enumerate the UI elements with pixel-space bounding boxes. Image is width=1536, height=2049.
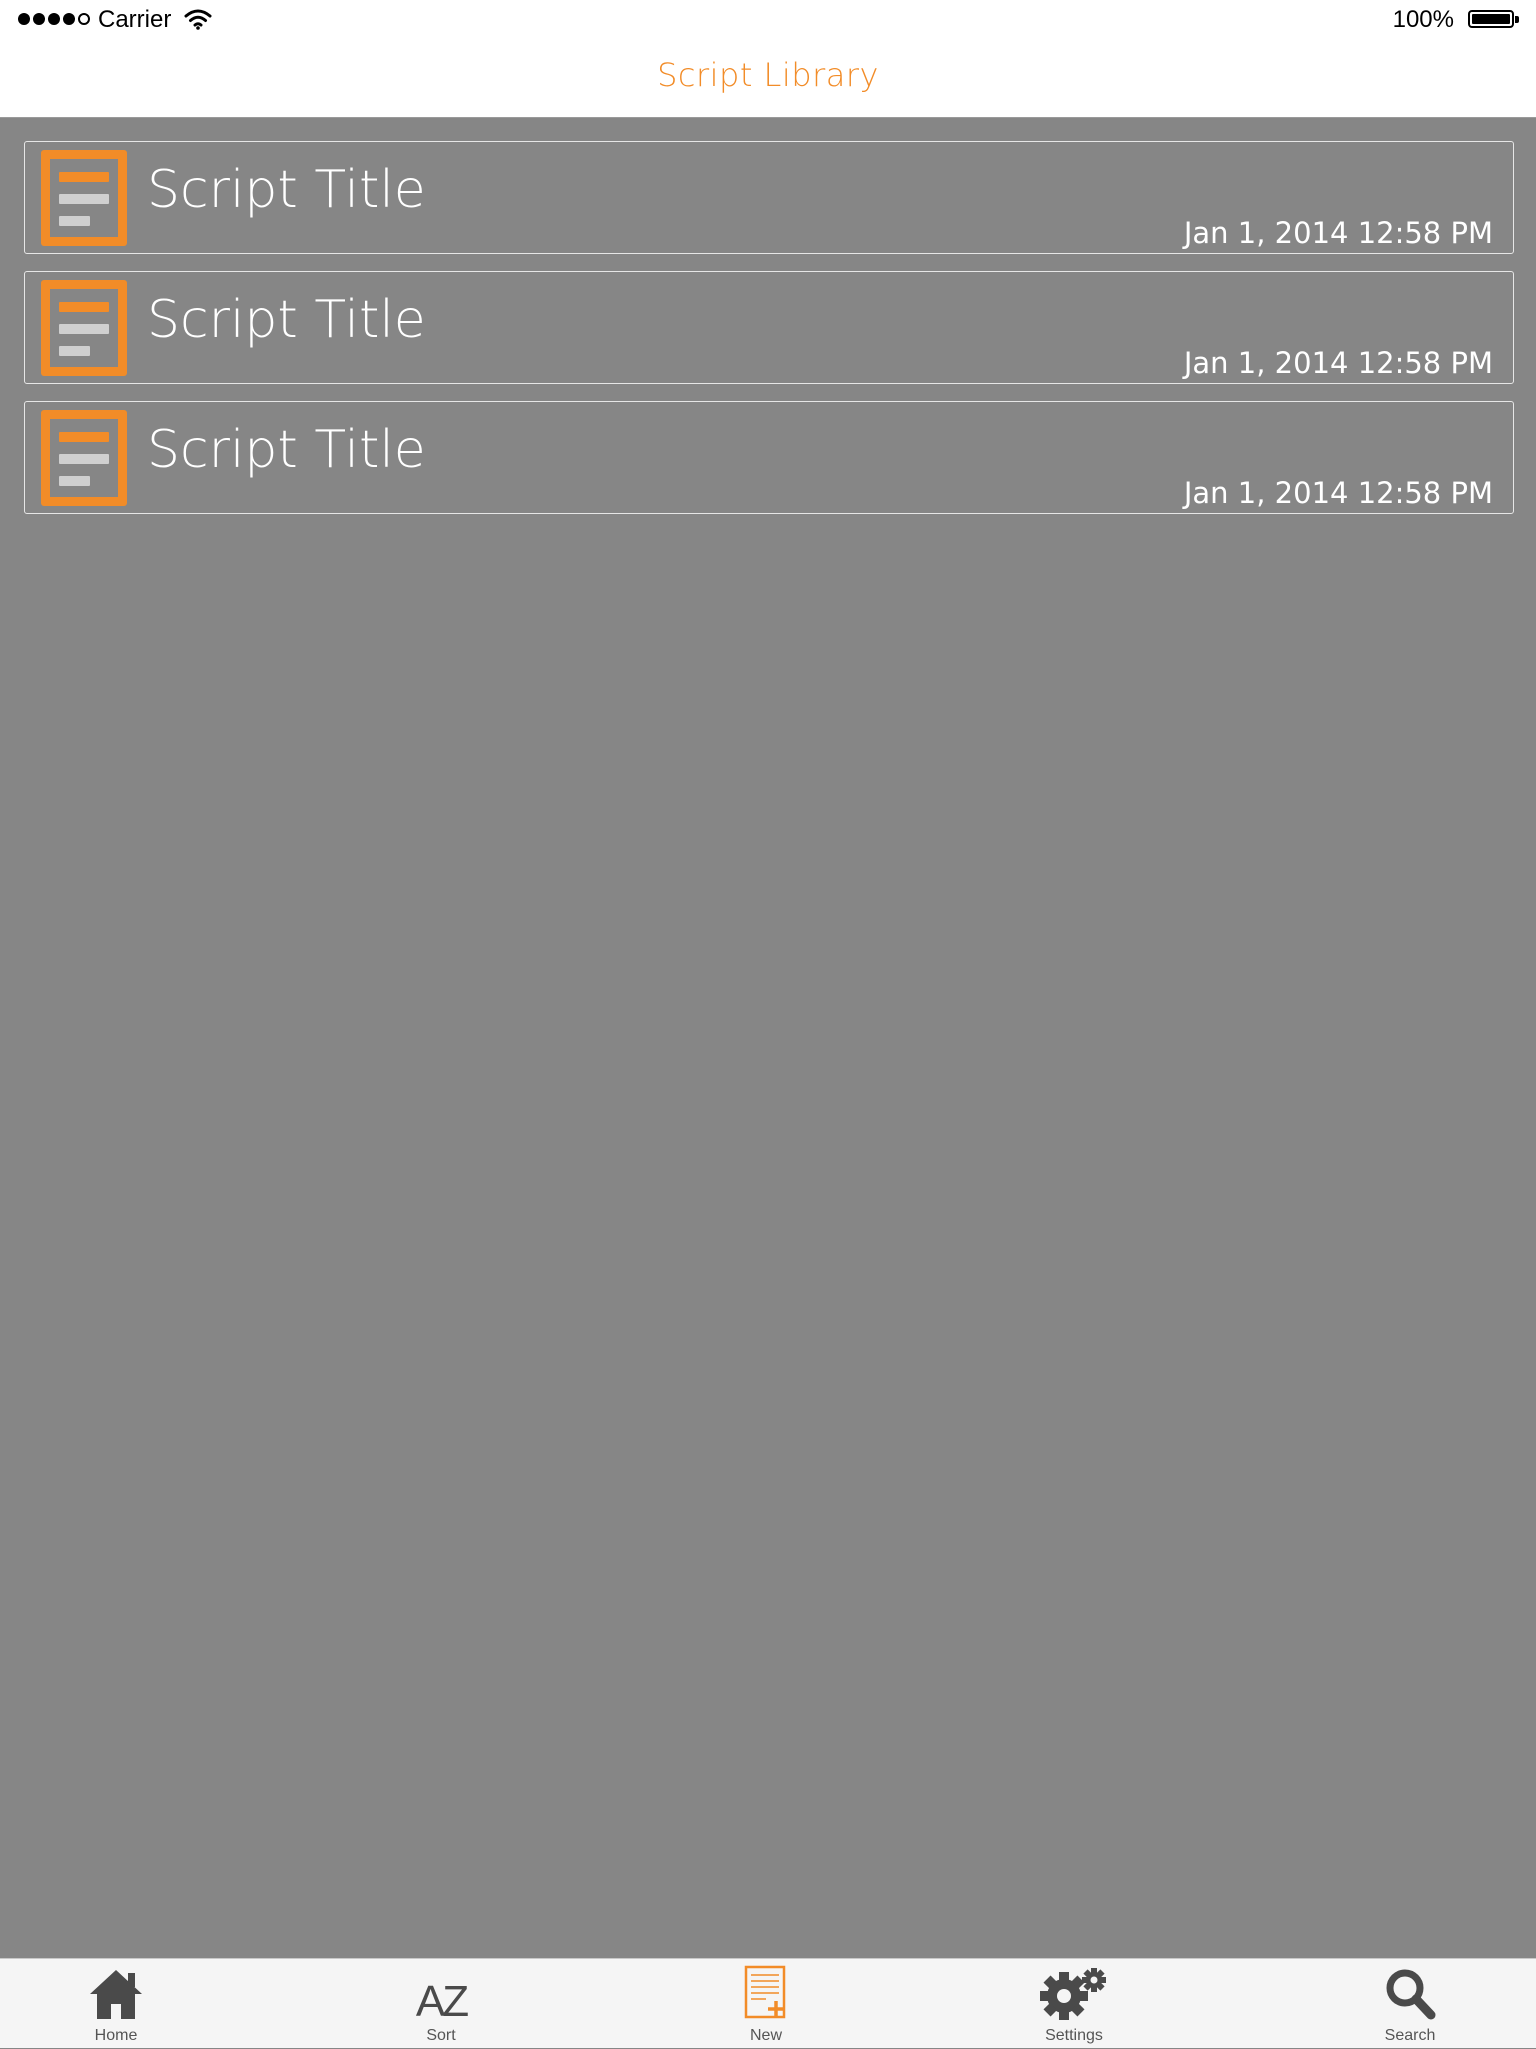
tab-bar: Home AZ Sort New Settings Search bbox=[0, 1958, 1536, 2048]
script-date: Jan 1, 2014 12:58 PM bbox=[1183, 476, 1493, 510]
home-icon bbox=[90, 1970, 142, 2019]
page-title: Script Library bbox=[657, 56, 879, 94]
list-item[interactable]: Script Title Jan 1, 2014 12:58 PM bbox=[24, 401, 1514, 514]
script-date: Jan 1, 2014 12:58 PM bbox=[1183, 216, 1493, 250]
tab-label: New bbox=[749, 2027, 782, 2044]
new-document-icon bbox=[744, 1965, 786, 2019]
search-icon bbox=[1386, 1969, 1436, 2020]
tab-label: Settings bbox=[1045, 2027, 1103, 2044]
list-item[interactable]: Script Title Jan 1, 2014 12:58 PM bbox=[24, 271, 1514, 384]
tab-label: Sort bbox=[426, 2027, 456, 2044]
gears-icon bbox=[1040, 1968, 1106, 2020]
carrier-label: Carrier bbox=[98, 6, 172, 33]
script-title: Script Title bbox=[147, 290, 426, 350]
battery-percentage: 100% bbox=[1392, 6, 1454, 33]
script-title: Script Title bbox=[147, 420, 426, 480]
wifi-icon bbox=[184, 9, 212, 30]
tab-new[interactable]: New bbox=[676, 1959, 856, 2049]
document-icon bbox=[41, 280, 127, 376]
battery-nub bbox=[1515, 16, 1519, 23]
script-list: Script Title Jan 1, 2014 12:58 PM Script… bbox=[24, 141, 1514, 531]
tab-settings[interactable]: Settings bbox=[984, 1959, 1164, 2049]
top-bar: Carrier 100% Script Library bbox=[0, 0, 1536, 118]
signal-strength-icon bbox=[18, 13, 90, 25]
script-title: Script Title bbox=[147, 160, 426, 220]
tab-home[interactable]: Home bbox=[26, 1959, 206, 2049]
script-date: Jan 1, 2014 12:58 PM bbox=[1183, 346, 1493, 380]
document-icon bbox=[41, 150, 127, 246]
list-item[interactable]: Script Title Jan 1, 2014 12:58 PM bbox=[24, 141, 1514, 254]
nav-divider bbox=[0, 117, 1536, 118]
tab-sort[interactable]: AZ Sort bbox=[351, 1959, 531, 2049]
battery-icon bbox=[1468, 10, 1514, 28]
tab-label: Search bbox=[1384, 2027, 1436, 2044]
document-icon bbox=[41, 410, 127, 506]
status-bar: Carrier 100% bbox=[0, 0, 1536, 40]
az-sort-icon: AZ bbox=[415, 1977, 469, 2026]
tab-search[interactable]: Search bbox=[1320, 1959, 1500, 2049]
tab-label: Home bbox=[94, 2027, 138, 2044]
